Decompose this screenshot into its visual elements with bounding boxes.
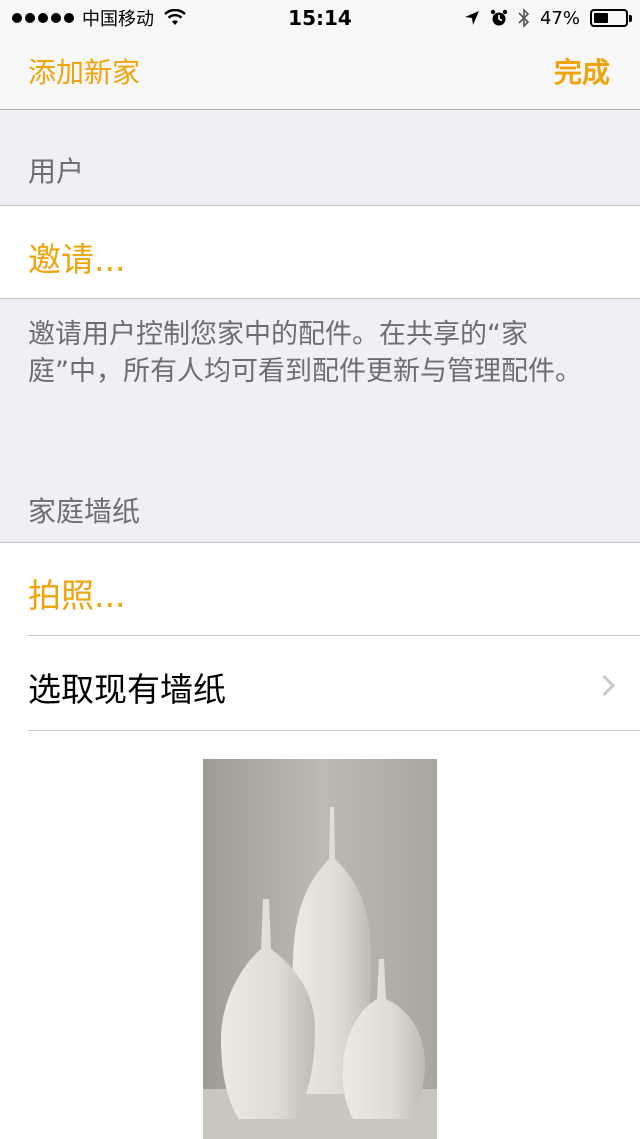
status-bar-right: 47% <box>464 6 632 30</box>
battery-percent: 47% <box>539 7 580 29</box>
location-arrow-icon <box>464 11 479 25</box>
chevron-right-icon[interactable] <box>593 674 616 697</box>
battery-icon <box>590 9 632 27</box>
status-bar: 中国移动 15:14 47% <box>0 0 640 36</box>
invite-label: 邀请... <box>28 240 126 279</box>
divider <box>0 298 640 299</box>
alarm-icon <box>490 9 508 26</box>
divider <box>28 635 640 636</box>
done-button[interactable]: 完成 <box>554 36 610 109</box>
take-photo-label[interactable]: 拍照... <box>28 569 125 617</box>
bluetooth-icon <box>518 8 530 28</box>
users-section-header: 用户 <box>28 155 85 188</box>
users-section-footer: 邀请用户控制您家中的配件。在共享的“家庭”中，所有人均可看到配件更新与管理配件。 <box>28 319 582 387</box>
wallpaper-preview-image[interactable] <box>203 759 437 1139</box>
wallpaper-section-header: 家庭墙纸 <box>28 495 141 528</box>
choose-existing-wallpaper-label[interactable]: 选取现有墙纸 <box>28 663 226 711</box>
invite-cell[interactable]: 邀请... <box>0 206 640 298</box>
vases-image <box>203 759 437 1139</box>
battery-level-fill <box>594 13 608 23</box>
add-new-home-button[interactable]: 添加新家 <box>28 36 140 109</box>
wallpaper-cells: 拍照... 选取现有墙纸 <box>0 543 640 731</box>
navigation-bar: 添加新家 完成 <box>0 36 640 110</box>
